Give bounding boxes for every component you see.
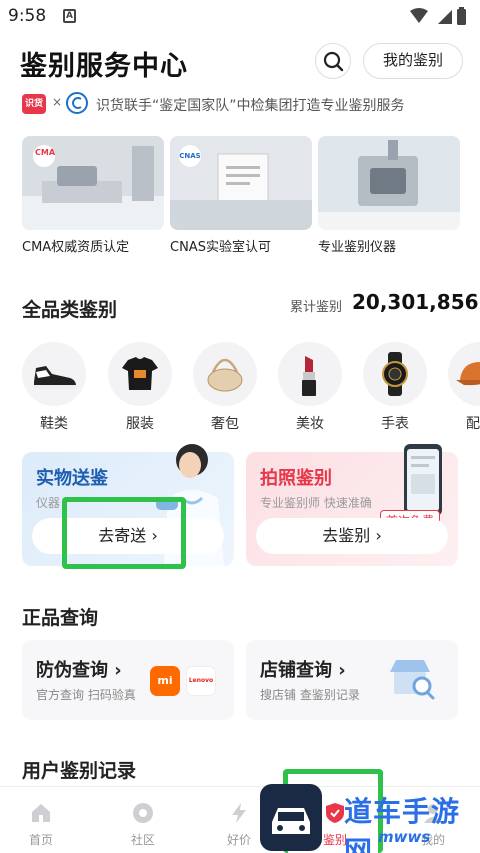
physical-card-subtitle: 仪器 xyxy=(36,496,61,510)
category-shoes[interactable] xyxy=(22,342,86,406)
cert-label-cnas: CNAS实验室认可 xyxy=(170,240,271,255)
appraise-button[interactable]: 去鉴别 › xyxy=(256,518,448,554)
category-label-watches: 手表 xyxy=(381,416,409,432)
instrument-image[interactable] xyxy=(318,136,460,230)
lenovo-logo: Lenovo xyxy=(186,666,216,696)
cap-icon xyxy=(456,362,480,386)
phone-illustration xyxy=(404,444,442,516)
page-title: 鉴别服务中心 xyxy=(20,44,188,83)
watermark: 道车手游网 mwws xyxy=(258,782,480,853)
shop-query-subtitle: 搜店铺 查鉴别记录 xyxy=(260,688,360,702)
cma-mark: CMA xyxy=(34,148,56,157)
nav-label-community: 社区 xyxy=(130,833,155,847)
my-appraisal-button[interactable]: 我的鉴别 xyxy=(363,43,463,79)
anti-fake-title: 防伪查询 › xyxy=(36,660,122,681)
category-beauty[interactable] xyxy=(278,342,342,406)
page-title-text: 鉴别服务中心 xyxy=(20,51,188,82)
partner-banner[interactable]: 识货 × 识货联手“鉴定国家队”中检集团打造专业鉴别服务 xyxy=(22,92,472,118)
nav-community[interactable]: 社区 xyxy=(108,787,178,853)
shop-search-icon xyxy=(390,660,435,700)
search-button[interactable] xyxy=(315,43,351,79)
category-label-shoes: 鞋类 xyxy=(40,416,68,432)
total-appraisal-count: 20,301,856 xyxy=(352,290,479,314)
category-accessories[interactable] xyxy=(448,342,480,406)
notification-a-icon: A xyxy=(63,9,76,23)
cma-cert-image[interactable]: CMA xyxy=(22,136,164,230)
physical-card-title: 实物送鉴 xyxy=(36,468,108,489)
cert-label-cma: CMA权威资质认定 xyxy=(22,240,130,255)
records-section-title: 用户鉴别记录 xyxy=(22,760,137,782)
handbag-icon xyxy=(207,358,243,392)
status-time: 9:58 xyxy=(8,6,47,26)
community-icon xyxy=(133,803,153,823)
watch-icon xyxy=(382,352,408,396)
category-watches[interactable] xyxy=(363,342,427,406)
deal-icon xyxy=(232,803,246,823)
signal-battery-icon xyxy=(410,7,466,25)
tshirt-icon xyxy=(122,357,158,390)
category-label-accessories: 配件 xyxy=(466,416,480,432)
photo-card-title: 拍照鉴别 xyxy=(260,468,332,489)
status-bar: 9:58 A xyxy=(0,0,480,36)
anti-fake-subtitle: 官方查询 扫码验真 xyxy=(36,688,136,702)
category-clothing[interactable] xyxy=(108,342,172,406)
anti-fake-query-card[interactable]: 防伪查询 › 官方查询 扫码验真 mi Lenovo xyxy=(22,640,234,720)
category-label-clothing: 服装 xyxy=(126,416,154,432)
nav-home[interactable]: 首页 xyxy=(6,787,76,853)
category-label-bags: 奢包 xyxy=(211,416,239,432)
watermark-url: mwws xyxy=(378,828,431,846)
sneaker-icon xyxy=(34,366,76,389)
genuine-section-title: 正品查询 xyxy=(22,607,99,629)
photo-appraisal-card[interactable]: 拍照鉴别 专业鉴别师 快速准确 首次免费 去鉴别 › xyxy=(246,444,458,566)
category-bags[interactable] xyxy=(193,342,257,406)
partner-text: 识货联手“鉴定国家队”中检集团打造专业鉴别服务 xyxy=(96,98,405,114)
photo-card-subtitle: 专业鉴别师 快速准确 xyxy=(260,496,372,510)
search-icon xyxy=(323,51,344,72)
cnas-cert-image[interactable]: CNAS xyxy=(170,136,312,230)
lipstick-icon xyxy=(302,356,316,396)
home-icon xyxy=(32,804,50,822)
watermark-logo-icon xyxy=(260,784,322,851)
total-appraisal-label: 累计鉴别 xyxy=(290,300,343,315)
cert-label-instrument: 专业鉴别仪器 xyxy=(318,240,397,255)
times-sign: × xyxy=(52,95,63,109)
xiaomi-logo: mi xyxy=(150,666,180,696)
cci-logo-icon xyxy=(66,92,88,114)
category-section-title: 全品类鉴别 xyxy=(22,299,118,321)
shihuo-logo: 识货 xyxy=(22,94,46,114)
shop-query-card[interactable]: 店铺查询 › 搜店铺 查鉴别记录 xyxy=(246,640,458,720)
category-label-beauty: 美妆 xyxy=(296,416,324,432)
shop-query-title: 店铺查询 › xyxy=(260,660,346,681)
cnas-mark: CNAS xyxy=(179,152,201,160)
highlight-send-button xyxy=(62,497,186,569)
nav-label-home: 首页 xyxy=(28,833,53,847)
